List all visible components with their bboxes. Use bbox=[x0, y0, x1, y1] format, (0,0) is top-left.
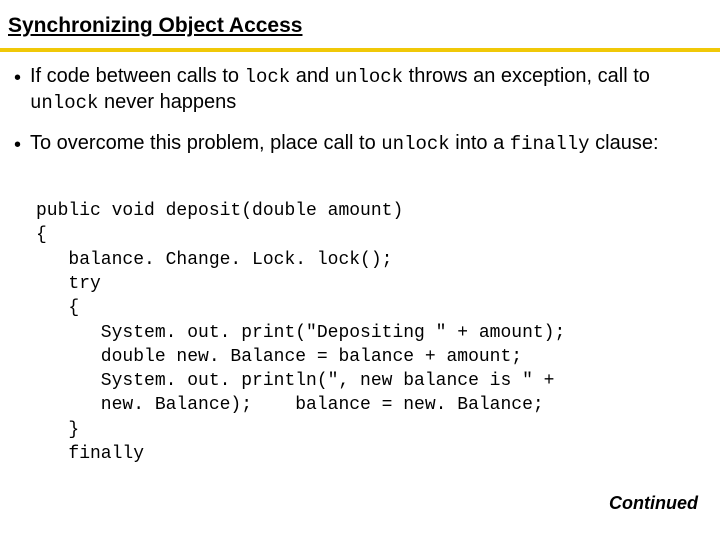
bullet-dot-icon bbox=[14, 131, 30, 159]
code-line: System. out. print("Depositing " + amoun… bbox=[36, 323, 565, 343]
slide: Synchronizing Object Access If code betw… bbox=[0, 0, 720, 540]
divider-rule bbox=[0, 48, 720, 52]
bullet-dot-icon bbox=[14, 64, 30, 92]
continued-label: Continued bbox=[609, 493, 698, 514]
code-run: unlock bbox=[381, 133, 449, 155]
bullet-item: If code between calls to lock and unlock… bbox=[14, 64, 698, 115]
text-run: throws an exception, call to bbox=[403, 65, 650, 87]
slide-body: If code between calls to lock and unlock… bbox=[0, 64, 720, 491]
bullet-item: To overcome this problem, place call to … bbox=[14, 131, 698, 159]
code-run: lock bbox=[245, 66, 291, 88]
code-line: finally bbox=[36, 444, 144, 464]
text-run: never happens bbox=[98, 91, 236, 113]
code-block: public void deposit(double amount) { bal… bbox=[36, 175, 698, 491]
title-area: Synchronizing Object Access bbox=[0, 0, 720, 44]
code-line: } bbox=[36, 420, 79, 440]
text-run: into a bbox=[450, 132, 510, 154]
code-line: new. Balance); balance = new. Balance; bbox=[36, 395, 544, 415]
code-run: unlock bbox=[335, 66, 403, 88]
text-run: If code between calls to bbox=[30, 65, 245, 87]
code-line: balance. Change. Lock. lock(); bbox=[36, 250, 392, 270]
bullet-text: To overcome this problem, place call to … bbox=[30, 131, 698, 157]
code-line: { bbox=[36, 225, 47, 245]
code-run: unlock bbox=[30, 92, 98, 114]
text-run: clause: bbox=[590, 132, 659, 154]
text-run: and bbox=[290, 65, 334, 87]
code-line: System. out. println(", new balance is "… bbox=[36, 371, 554, 391]
bullet-text: If code between calls to lock and unlock… bbox=[30, 64, 698, 115]
code-line: try bbox=[36, 274, 101, 294]
code-line: { bbox=[36, 298, 79, 318]
slide-title: Synchronizing Object Access bbox=[8, 14, 302, 37]
code-line: double new. Balance = balance + amount; bbox=[36, 347, 522, 367]
text-run: To overcome this problem, place call to bbox=[30, 132, 381, 154]
code-run: finally bbox=[510, 133, 590, 155]
code-line: public void deposit(double amount) bbox=[36, 201, 403, 221]
